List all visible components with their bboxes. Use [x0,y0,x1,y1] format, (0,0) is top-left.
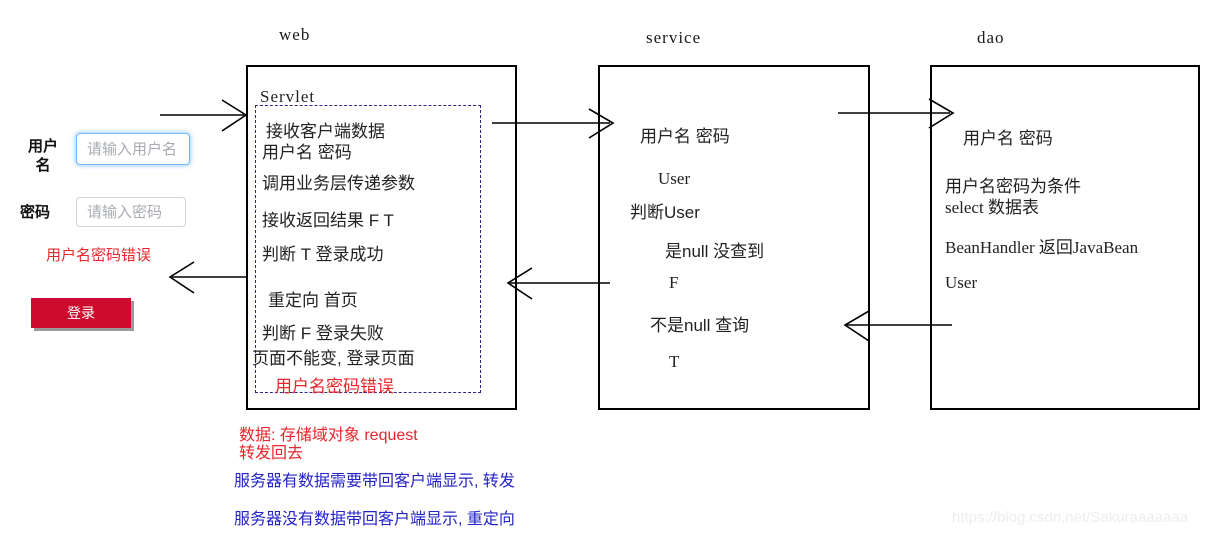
service-line-6: 不是null 查询 [650,316,750,335]
note-line-3: 服务器有数据需要带回客户端显示, 转发 [234,473,515,490]
web-line-6: 重定向 首页 [268,291,358,310]
web-line-7: 判断 F 登录失败 [262,324,384,343]
web-line-3: 调用业务层传递参数 [262,174,415,193]
web-line-4: 接收返回结果 F T [262,211,394,230]
dao-line-5: User [945,273,978,292]
diagram-canvas: web service dao 用户 名 密码 用户名密码错误 登录 Servl… [0,0,1214,534]
note-line-1: 数据: 存储域对象 request [239,427,418,444]
service-line-1: 用户名 密码 [640,127,730,146]
web-line-9: 用户名密码错误 [275,377,394,396]
login-form: 用户 名 密码 用户名密码错误 登录 [0,120,200,340]
web-line-2: 用户名 密码 [262,143,352,162]
column-header-service: service [646,28,702,47]
note-line-2: 转发回去 [239,445,304,462]
service-line-2: User [658,169,691,188]
service-line-4: 是null 没查到 [665,242,765,261]
web-line-5: 判断 T 登录成功 [262,245,384,264]
password-input[interactable] [76,197,186,227]
column-header-dao: dao [977,28,1005,47]
login-error-message: 用户名密码错误 [46,247,152,264]
service-line-5: F [669,273,679,292]
watermark: https://blog.csdn.net/Sakuraaaaaaa [952,509,1189,526]
password-label: 密码 [20,204,51,221]
service-line-7: T [669,352,680,371]
web-line-1: 接收客户端数据 [266,122,385,141]
dao-line-4: BeanHandler 返回JavaBean [945,238,1139,257]
arrow-service-to-web [506,267,610,300]
web-line-8: 页面不能变, 登录页面 [252,349,415,368]
servlet-title: Servlet [260,87,316,106]
username-label: 用户 名 [20,138,66,176]
note-line-4: 服务器没有数据带回客户端显示, 重定向 [234,511,515,528]
dao-line-3: select 数据表 [945,198,1039,217]
dao-line-1: 用户名 密码 [963,129,1053,148]
dao-line-2: 用户名密码为条件 [945,177,1081,196]
username-label-line1: 用户 [27,138,58,155]
service-line-3: 判断User [630,203,700,222]
column-header-web: web [279,25,311,44]
login-submit-button[interactable]: 登录 [31,298,131,328]
username-input[interactable] [76,133,190,165]
service-layer-box [598,65,870,410]
username-label-line2: 名 [35,156,51,174]
